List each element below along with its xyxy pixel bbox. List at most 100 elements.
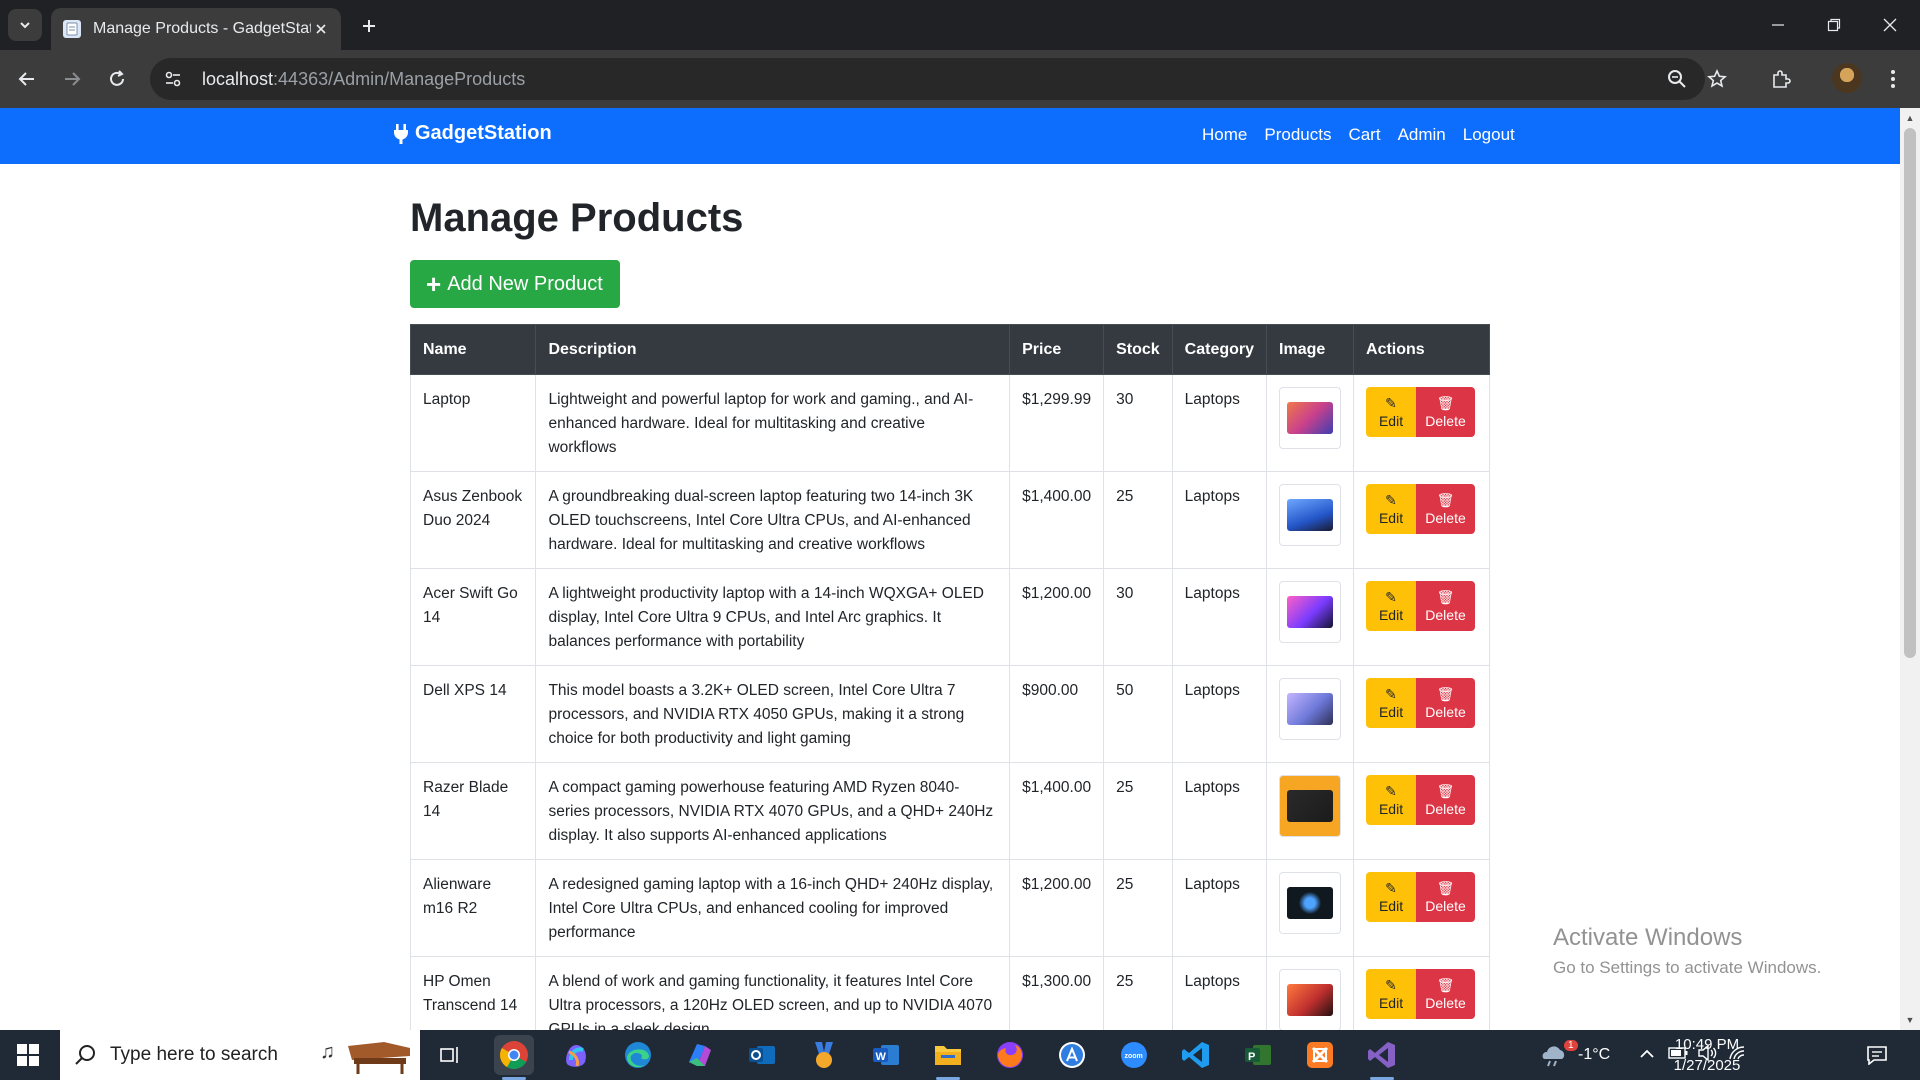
nav-link-home[interactable]: Home	[1202, 125, 1247, 145]
task-view-button[interactable]	[430, 1035, 470, 1075]
profile-avatar[interactable]	[1832, 63, 1862, 93]
xampp-icon	[1307, 1042, 1333, 1068]
taskbar-clock[interactable]: 10:49 PM 1/27/2025	[1642, 1034, 1772, 1076]
header-actions: Actions	[1353, 324, 1490, 375]
add-product-button[interactable]: + Add New Product	[410, 260, 620, 308]
taskbar-visual-studio[interactable]	[1362, 1035, 1402, 1080]
edit-button[interactable]: ✎ Edit	[1366, 872, 1417, 922]
cell-stock: 25	[1103, 859, 1173, 957]
taskbar-outlook[interactable]	[742, 1035, 782, 1075]
site-settings-icon[interactable]	[164, 70, 182, 88]
scrollbar-thumb[interactable]	[1904, 128, 1916, 658]
start-button[interactable]	[0, 1030, 56, 1080]
taskbar-app-store[interactable]	[1052, 1035, 1092, 1075]
minimize-button[interactable]	[1750, 0, 1806, 50]
cell-stock: 30	[1103, 568, 1173, 666]
taskbar-xampp[interactable]	[1300, 1035, 1340, 1075]
table-row: Asus Zenbook Duo 2024 A groundbreaking du…	[409, 471, 1490, 569]
delete-button[interactable]: 🗑 Delete	[1416, 387, 1476, 437]
cell-actions: ✎ Edit 🗑 Delete	[1353, 956, 1490, 1030]
weather-widget[interactable]: 1	[1540, 1040, 1578, 1067]
scroll-up-icon[interactable]: ▲	[1900, 110, 1920, 126]
edit-button[interactable]: ✎ Edit	[1366, 775, 1417, 825]
edit-icon: ✎	[1385, 492, 1397, 508]
edit-button[interactable]: ✎ Edit	[1366, 581, 1417, 631]
taskbar-vscode[interactable]	[1176, 1035, 1216, 1075]
header-description: Description	[535, 324, 1011, 375]
cell-stock: 30	[1103, 374, 1173, 472]
medal-icon	[815, 1042, 833, 1068]
cell-category: Laptops	[1171, 956, 1268, 1030]
delete-label: Delete	[1425, 510, 1466, 526]
reload-button[interactable]	[100, 62, 134, 96]
forward-button[interactable]	[55, 62, 89, 96]
nav-link-products[interactable]: Products	[1264, 125, 1331, 145]
delete-button[interactable]: 🗑 Delete	[1416, 969, 1476, 1019]
browser-menu-button[interactable]	[1876, 62, 1910, 96]
taskbar-microsoft365[interactable]	[680, 1035, 720, 1075]
edit-label: Edit	[1378, 801, 1404, 817]
taskbar-search-box[interactable]: Type here to search ♫	[60, 1030, 420, 1080]
zoom-button[interactable]	[1660, 62, 1694, 96]
url-host: localhost	[202, 68, 274, 89]
scroll-down-icon[interactable]: ▼	[1900, 1012, 1920, 1028]
delete-label: Delete	[1425, 607, 1466, 623]
nav-link-logout[interactable]: Logout	[1463, 125, 1515, 145]
delete-button[interactable]: 🗑 Delete	[1416, 775, 1476, 825]
delete-button[interactable]: 🗑 Delete	[1416, 678, 1476, 728]
delete-button[interactable]: 🗑 Delete	[1416, 484, 1476, 534]
notification-center-button[interactable]	[1866, 1030, 1888, 1080]
edit-button[interactable]: ✎ Edit	[1366, 678, 1417, 728]
nav-link-admin[interactable]: Admin	[1398, 125, 1446, 145]
cell-price: $1,400.00	[1009, 762, 1105, 860]
delete-button[interactable]: 🗑 Delete	[1416, 581, 1476, 631]
restore-button[interactable]	[1806, 0, 1862, 50]
back-button[interactable]	[10, 62, 44, 96]
close-window-button[interactable]	[1862, 0, 1918, 50]
new-tab-button[interactable]	[355, 12, 383, 40]
header-price: Price	[1009, 324, 1105, 375]
nav-link-cart[interactable]: Cart	[1348, 125, 1380, 145]
puzzle-icon	[1773, 70, 1791, 88]
product-thumbnail	[1279, 872, 1342, 934]
cell-description: A blend of work and gaming functionality…	[535, 956, 1011, 1030]
taskbar-firefox[interactable]	[990, 1035, 1030, 1075]
project-icon: P	[1245, 1045, 1271, 1065]
product-thumbnail	[1279, 387, 1342, 449]
edit-label: Edit	[1378, 413, 1404, 429]
taskbar-project[interactable]: P	[1238, 1035, 1278, 1075]
cell-image	[1266, 568, 1355, 666]
edit-button[interactable]: ✎ Edit	[1366, 969, 1417, 1019]
cell-description: Lightweight and powerful laptop for work…	[535, 374, 1011, 472]
laptop-image	[1287, 693, 1334, 725]
taskbar-copilot[interactable]	[556, 1035, 596, 1075]
watermark-title: Activate Windows	[1553, 924, 1743, 951]
row-actions: ✎ Edit 🗑 Delete	[1366, 581, 1477, 631]
cell-description: A compact gaming powerhouse featuring AM…	[535, 762, 1011, 860]
edit-button[interactable]: ✎ Edit	[1366, 387, 1417, 437]
page-scrollbar[interactable]: ▲ ▼	[1900, 108, 1920, 1030]
extensions-button[interactable]	[1764, 62, 1798, 96]
browser-tab-active[interactable]: Manage Products - GadgetStati	[51, 8, 341, 50]
taskbar-word[interactable]: W	[866, 1035, 906, 1075]
address-bar[interactable]: localhost:44363/Admin/ManageProducts	[150, 58, 1705, 100]
cell-actions: ✎ Edit 🗑 Delete	[1353, 568, 1490, 666]
taskbar-medal-app[interactable]	[804, 1035, 844, 1075]
taskbar-chrome[interactable]	[494, 1035, 534, 1080]
zoom-out-icon	[1668, 70, 1686, 88]
delete-button[interactable]: 🗑 Delete	[1416, 872, 1476, 922]
tab-close-icon[interactable]	[311, 19, 331, 39]
tab-search-button[interactable]	[8, 9, 42, 41]
svg-text:P: P	[1248, 1051, 1255, 1063]
header-category: Category	[1171, 324, 1268, 375]
cell-name: Dell XPS 14	[409, 665, 537, 763]
edit-button[interactable]: ✎ Edit	[1366, 484, 1417, 534]
edit-icon: ✎	[1385, 977, 1397, 993]
taskbar-file-explorer[interactable]	[928, 1035, 968, 1080]
svg-text:zoom: zoom	[1125, 1053, 1143, 1060]
bookmark-button[interactable]	[1700, 62, 1734, 96]
taskbar-zoom[interactable]: zoom	[1114, 1035, 1154, 1075]
taskbar-edge[interactable]	[618, 1035, 658, 1075]
table-row: Alienware m16 R2 A redesigned gaming lapt…	[409, 859, 1490, 957]
site-brand[interactable]: GadgetStation	[393, 122, 552, 145]
